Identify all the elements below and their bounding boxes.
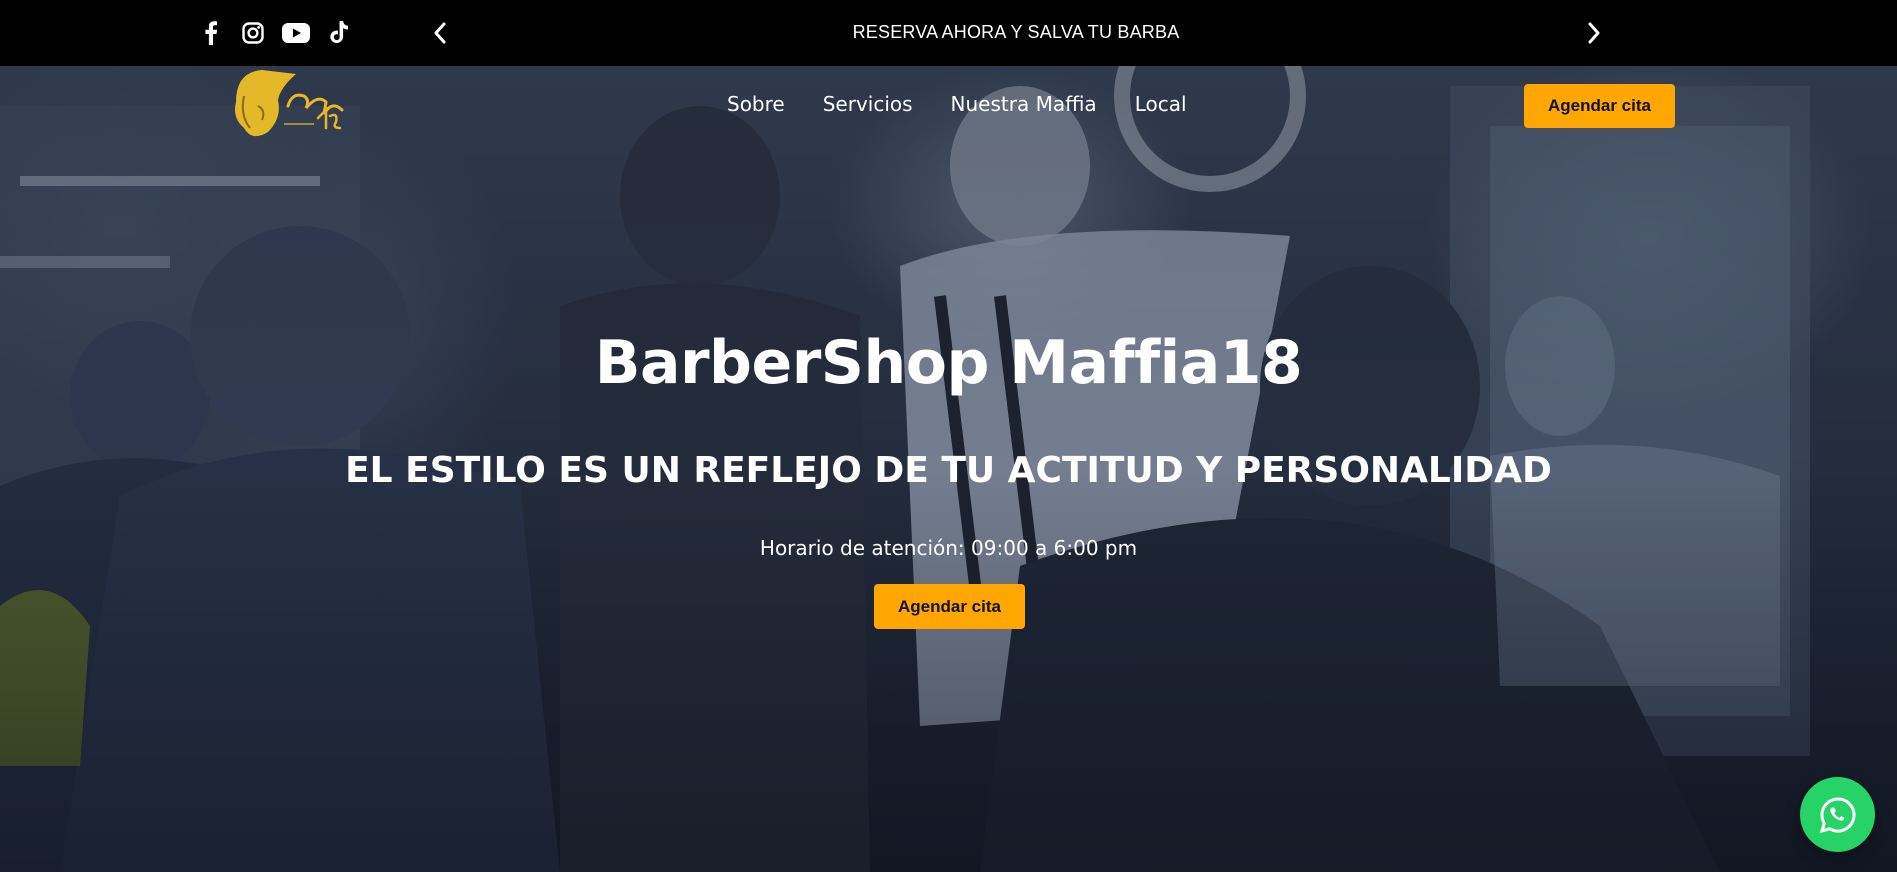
header-book-button[interactable]: Agendar cita: [1524, 84, 1675, 128]
hero-section: Sobre Servicios Nuestra Maffia Local Age…: [0, 66, 1897, 872]
nav-sobre[interactable]: Sobre: [727, 92, 785, 116]
nav-local[interactable]: Local: [1135, 92, 1187, 116]
hero-subtitle: EL ESTILO ES UN REFLEJO DE TU ACTITUD Y …: [345, 450, 1552, 491]
whatsapp-icon: [1819, 796, 1855, 833]
main-nav: Sobre Servicios Nuestra Maffia Local: [727, 92, 1187, 116]
opening-hours: Horario de atención: 09:00 a 6:00 pm: [759, 536, 1138, 560]
whatsapp-button[interactable]: [1800, 777, 1875, 852]
chevron-right-icon[interactable]: [1580, 19, 1608, 47]
announcement-bar: RESERVA AHORA Y SALVA TU BARBA: [0, 0, 1897, 66]
nav-servicios[interactable]: Servicios: [823, 92, 913, 116]
hero-book-button[interactable]: Agendar cita: [874, 584, 1025, 629]
brand-logo[interactable]: [222, 66, 350, 146]
hero-title: BarberShop Maffia18: [594, 328, 1303, 398]
announcement-text: RESERVA AHORA Y SALVA TU BARBA: [852, 22, 1180, 42]
nav-nuestra-maffia[interactable]: Nuestra Maffia: [951, 92, 1097, 116]
